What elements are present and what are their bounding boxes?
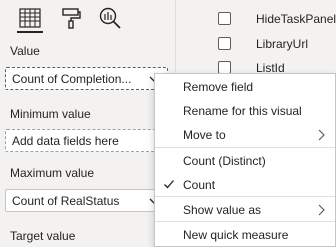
minimum-value-drop-zone[interactable]: Add data fields here xyxy=(5,129,168,152)
magnifier-analytics-icon[interactable] xyxy=(97,5,123,31)
menu-item-show-value-as[interactable]: Show value as xyxy=(155,197,335,222)
minimum-value-label: Minimum value xyxy=(10,107,91,121)
menu-item-label: Rename for this visual xyxy=(183,103,302,118)
chevron-right-icon xyxy=(318,129,325,141)
menu-item-rename[interactable]: Rename for this visual xyxy=(155,98,335,123)
checkmark-icon xyxy=(164,180,174,189)
menu-item-new-quick-measure[interactable]: New quick measure xyxy=(155,222,335,247)
menu-item-label: Remove field xyxy=(183,79,254,94)
value-field-well[interactable]: Count of Completion... xyxy=(5,67,168,90)
maximum-field-well[interactable]: Count of RealStatus xyxy=(5,189,168,212)
fields-grid-icon[interactable] xyxy=(17,5,43,33)
menu-item-move-to[interactable]: Move to xyxy=(155,122,335,147)
menu-item-count[interactable]: Count xyxy=(155,172,335,197)
menu-item-count-distinct[interactable]: Count (Distinct) xyxy=(155,148,335,173)
field-context-menu: Remove field Rename for this visual Move… xyxy=(154,73,336,247)
field-checkbox[interactable] xyxy=(218,37,231,50)
value-label: Value xyxy=(10,44,40,58)
drop-zone-placeholder: Add data fields here xyxy=(12,133,119,148)
menu-item-label: New quick measure xyxy=(183,227,289,242)
field-item-label[interactable]: LibraryUrl xyxy=(256,37,308,51)
menu-item-label: Count xyxy=(183,177,216,192)
target-value-label: Target value xyxy=(10,229,76,243)
menu-item-remove-field[interactable]: Remove field xyxy=(155,74,335,99)
field-item-label[interactable]: HideTaskPanel xyxy=(256,12,336,26)
field-checkbox[interactable] xyxy=(218,12,231,25)
menu-item-label: Move to xyxy=(183,127,226,142)
menu-item-label: Count (Distinct) xyxy=(183,153,266,168)
paint-roller-icon[interactable] xyxy=(58,5,84,31)
maximum-field-name: Count of RealStatus xyxy=(12,193,120,208)
chevron-right-icon xyxy=(318,204,325,216)
value-field-name: Count of Completion... xyxy=(12,71,132,86)
maximum-value-label: Maximum value xyxy=(10,166,95,180)
menu-item-label: Show value as xyxy=(183,202,262,217)
